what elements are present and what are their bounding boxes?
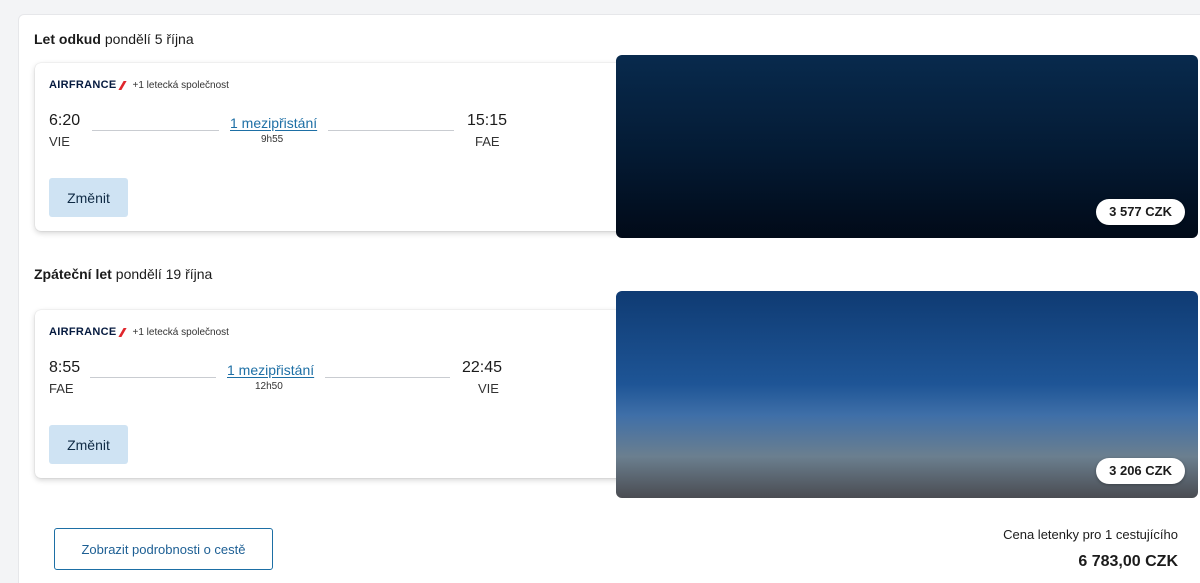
destination-image-return: 3 206 CZK xyxy=(616,291,1198,498)
return-label: Zpáteční let xyxy=(34,266,112,282)
outbound-label: Let odkud xyxy=(34,31,101,47)
depart-time: 6:20 xyxy=(49,112,81,129)
destination-image-outbound: 3 577 CZK xyxy=(616,55,1198,238)
airline-extra: +1 letecká společnost xyxy=(132,79,229,91)
trip-details-button[interactable]: Zobrazit podrobnosti o cestě xyxy=(54,528,273,570)
airfrance-logo: AIRFRANCE xyxy=(49,79,117,91)
route-line-right xyxy=(328,130,454,131)
arrive-code: FAE xyxy=(475,134,500,149)
airfrance-logo: AIRFRANCE xyxy=(49,326,117,338)
outbound-flight-card: AIRFRANCE +1 letecká společnost 6:20 VIE… xyxy=(35,63,635,231)
route-line-left xyxy=(90,377,216,378)
change-return-button[interactable]: Změnit xyxy=(49,425,128,464)
outbound-date: pondělí 5 října xyxy=(104,31,194,47)
stops-link[interactable]: 1 mezipřistání xyxy=(227,362,314,378)
route-line-right xyxy=(325,377,450,378)
airline-row: AIRFRANCE +1 letecká společnost xyxy=(49,79,229,91)
return-heading: Zpáteční let pondělí 19 října xyxy=(34,266,212,282)
depart-code: VIE xyxy=(49,134,70,149)
flight-duration: 12h50 xyxy=(255,381,283,392)
outbound-heading: Let odkud pondělí 5 října xyxy=(34,31,194,47)
return-price-badge: 3 206 CZK xyxy=(1096,458,1185,484)
route-line-left xyxy=(92,130,219,131)
change-outbound-button[interactable]: Změnit xyxy=(49,178,128,217)
arrive-time: 22:45 xyxy=(462,359,503,376)
price-per-traveler-label: Cena letenky pro 1 cestujícího xyxy=(1003,527,1178,542)
total-price: 6 783,00 CZK xyxy=(1078,553,1178,570)
arrive-time: 15:15 xyxy=(467,112,508,129)
airfrance-logo-icon xyxy=(119,328,127,337)
airline-extra: +1 letecká společnost xyxy=(132,326,229,338)
depart-code: FAE xyxy=(49,381,74,396)
airfrance-logo-icon xyxy=(119,81,127,90)
stops-link[interactable]: 1 mezipřistání xyxy=(230,115,317,131)
flight-duration: 9h55 xyxy=(261,134,284,145)
return-date: pondělí 19 října xyxy=(115,266,213,282)
airline-row: AIRFRANCE +1 letecká společnost xyxy=(49,326,229,338)
return-flight-card: AIRFRANCE +1 letecká společnost 8:55 FAE… xyxy=(35,310,635,478)
outbound-price-badge: 3 577 CZK xyxy=(1096,199,1185,225)
depart-time: 8:55 xyxy=(49,359,81,376)
arrive-code: VIE xyxy=(478,381,499,396)
